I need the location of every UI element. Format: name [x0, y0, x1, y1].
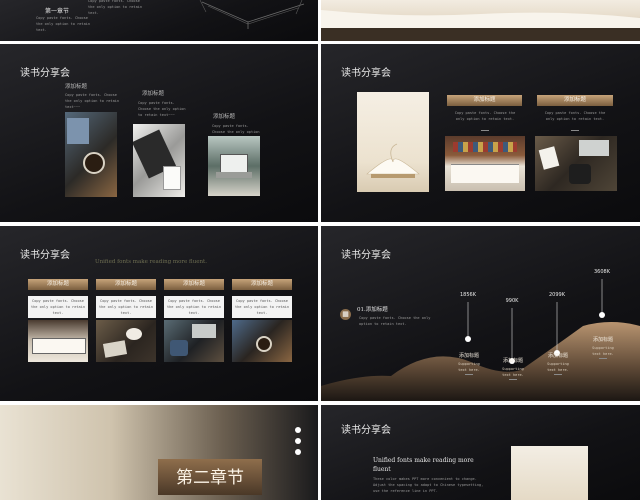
card-2-photo — [535, 136, 617, 191]
card-1-photo — [28, 320, 88, 362]
card-1-body: Copy paste fonts. Choose the only option… — [28, 296, 88, 318]
dot-icon — [295, 427, 301, 433]
peak-dot — [465, 336, 471, 342]
card-1-label: 添加标题 — [28, 279, 88, 290]
chapter-one-body: Copy paste fonts. Choose the only option… — [36, 16, 91, 32]
item-1-label: 添加标题 — [65, 84, 88, 90]
peak-label: 添加标题 — [502, 358, 523, 364]
chapter-two-title: 第二章节 — [176, 468, 244, 488]
card-1-photo — [445, 136, 525, 191]
peak-dot — [599, 312, 605, 318]
peak-dash — [509, 379, 517, 380]
slide-title: 读书分享会 — [341, 68, 391, 79]
card-4-label: 添加标题 — [232, 279, 292, 290]
slide-title: 读书分享会 — [20, 68, 70, 79]
card-1-label: 添加标题 — [447, 95, 522, 106]
peak-body: Supporting text here. — [502, 367, 524, 377]
card-2-label: 添加标题 — [537, 95, 613, 106]
item-3-label: 添加标题 — [213, 114, 236, 120]
item-1-photo — [65, 112, 117, 197]
peak-value: 2099K — [548, 292, 565, 298]
item-2-photo — [133, 124, 185, 197]
slide-reading-photos[interactable]: 读书分享会 添加标题 Copy paste fonts. Choose the … — [0, 44, 318, 222]
slide-title: 读书分享会 — [341, 425, 391, 436]
item-2-body: Copy paste fonts. Choose the only option… — [138, 101, 186, 117]
peak-dash — [599, 358, 607, 359]
book-photo — [511, 446, 588, 500]
text-body: These color makes PPT more convenient to… — [373, 477, 484, 493]
standing-book-photo — [357, 92, 429, 192]
card-3-body: Copy paste fonts. Choose the only option… — [164, 296, 224, 318]
slide-text-photo[interactable]: 读书分享会 Unified fonts make reading more fl… — [321, 405, 640, 500]
card-4-photo — [232, 320, 292, 362]
card-2-body: Copy paste fonts. Choose the only option… — [544, 111, 606, 121]
item-2-label: 添加标题 — [142, 91, 165, 97]
item-3-photo — [208, 136, 260, 196]
item-1-body: Copy paste fonts. Choose the only option… — [65, 93, 120, 109]
slide-chapter-one[interactable]: 第一章节 Copy paste fonts. Choose the only o… — [0, 0, 318, 41]
peak-label: 添加标题 — [458, 353, 479, 359]
dot-icon — [295, 438, 301, 444]
card-2-photo — [96, 320, 156, 362]
card-2-dash — [571, 130, 579, 131]
chapter-one-title: 第一章节 — [45, 8, 70, 15]
peak-value: 3608K — [593, 269, 610, 275]
card-2-label: 添加标题 — [96, 279, 156, 290]
dot-icon — [295, 449, 301, 455]
peak-value: 1856K — [459, 292, 476, 298]
card-2-body: Copy paste fonts. Choose the only option… — [96, 296, 156, 318]
slide-book-cards[interactable]: 读书分享会 添加标题 Copy paste fonts. Choose the … — [321, 44, 640, 222]
open-book-line-art — [199, 0, 305, 29]
peak-markers — [465, 279, 605, 364]
text-heading: Unified fonts make reading more fluent — [373, 457, 474, 473]
slide-subtitle: Unified fonts make reading more fluent. — [95, 259, 208, 265]
card-3-label: 添加标题 — [164, 279, 224, 290]
slide-chapter-two[interactable]: 第二章节 — [0, 405, 318, 500]
peak-body: Supporting text here. — [592, 346, 614, 356]
card-4-body: Copy paste fonts. Choose the only option… — [232, 296, 292, 318]
peak-value: 990K — [505, 298, 519, 304]
card-1-body: Copy paste fonts. Choose the only option… — [454, 111, 516, 121]
peak-body: Supporting text here. — [458, 362, 480, 372]
slide-mountain-chart[interactable]: 读书分享会 ▦ 01.添加标题 Copy paste fonts. Choose… — [321, 226, 640, 401]
peak-label: 添加标题 — [592, 337, 613, 343]
open-book-photo — [321, 0, 640, 41]
card-3-photo — [164, 320, 224, 362]
peak-dash — [554, 374, 562, 375]
slide-cover-photo[interactable] — [321, 0, 640, 41]
chapter-one-side-body: Copy paste fonts. Choose the only option… — [88, 0, 143, 15]
card-1-dash — [481, 130, 489, 131]
peak-dash — [465, 374, 473, 375]
slide-title: 读书分享会 — [20, 250, 70, 261]
peak-body: Supporting text here. — [547, 362, 569, 372]
slide-four-cards[interactable]: 读书分享会 Unified fonts make reading more fl… — [0, 226, 318, 401]
peak-label: 添加标题 — [547, 353, 568, 359]
